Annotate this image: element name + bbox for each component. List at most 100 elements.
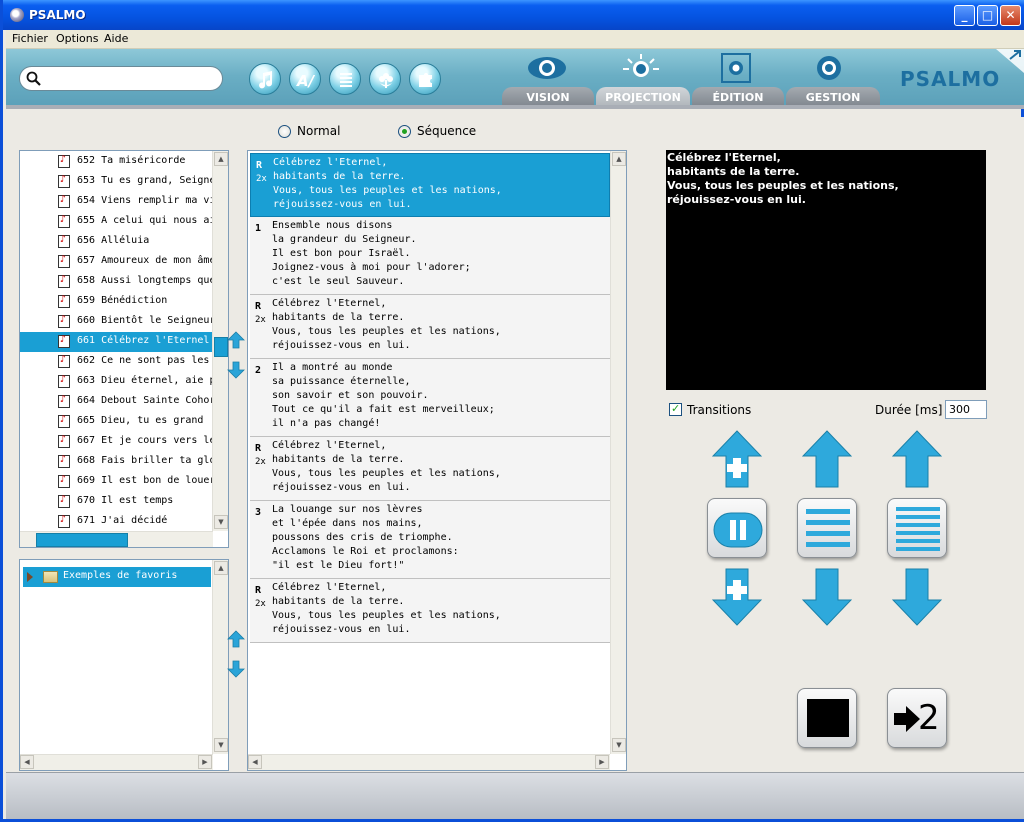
list-item[interactable]: 656 Alléluia — [20, 232, 213, 252]
move-down-arrow-icon[interactable] — [227, 361, 245, 379]
song-title: 653 Tu es grand, Seigneur — [77, 175, 213, 186]
song-list-vscroll[interactable]: ▲ ▼ — [212, 151, 228, 531]
fav-scroll-down-icon[interactable]: ▼ — [214, 738, 228, 752]
list-item[interactable]: 662 Ce ne sont pas les m — [20, 352, 213, 372]
favorites-hscroll[interactable]: ◀ ▶ — [20, 754, 213, 770]
fav-move-up-arrow-icon[interactable] — [227, 630, 245, 648]
list-item[interactable]: 658 Aussi longtemps que — [20, 272, 213, 292]
search-input[interactable] — [46, 71, 216, 87]
next-song-add-arrow-icon[interactable] — [712, 568, 762, 626]
pause-icon — [713, 512, 763, 548]
second-screen-button[interactable]: 2 — [887, 688, 947, 748]
preview-line: réjouissez-vous en lui. — [667, 193, 806, 206]
song-list-hscroll[interactable] — [20, 531, 213, 547]
previous-line-arrow-icon[interactable] — [892, 430, 942, 488]
previous-song-add-arrow-icon[interactable] — [712, 430, 762, 488]
text-button[interactable]: A/ — [289, 63, 321, 95]
fav-scroll-left-icon[interactable]: ◀ — [20, 755, 34, 769]
seq-scroll-right-icon[interactable]: ▶ — [595, 755, 609, 769]
verse-item[interactable]: R 2x Célébrez l'Eternel, habitants de la t… — [250, 295, 610, 359]
songs-button[interactable] — [249, 63, 281, 95]
scroll-up-icon[interactable]: ▲ — [214, 152, 228, 166]
list-item[interactable]: 663 Dieu éternel, aie piti — [20, 372, 213, 392]
verse-item[interactable]: 1 Ensemble nous disons la grandeur du Sei… — [250, 217, 610, 295]
verse-view-button[interactable] — [797, 498, 857, 558]
close-button[interactable]: ✕ — [1000, 5, 1021, 26]
transitions-checkbox[interactable] — [669, 402, 682, 416]
menu-fichier[interactable]: Fichier — [12, 32, 48, 45]
puzzle-button[interactable] — [409, 63, 441, 95]
expand-corner-icon[interactable] — [996, 49, 1024, 73]
hscroll-thumb[interactable] — [36, 533, 128, 547]
list-item[interactable]: 657 Amoureux de mon âme — [20, 252, 213, 272]
list-item[interactable]: 659 Bénédiction — [20, 292, 213, 312]
list-item[interactable]: 653 Tu es grand, Seigneur — [20, 172, 213, 192]
verse-text: La louange sur nos lèvres et l'épée dans… — [272, 504, 459, 571]
verse-item[interactable]: R 2x Célébrez l'Eternel, habitants de la t… — [250, 579, 610, 643]
song-file-icon — [58, 254, 70, 268]
toolbar: A/ VISION PROJECTION ÉDITION GESTION PSA… — [6, 49, 1024, 109]
seq-scroll-down-icon[interactable]: ▼ — [612, 738, 626, 752]
verse-item[interactable]: R 2x Célébrez l'Eternel, habitants de la t… — [250, 153, 610, 217]
black-screen-button[interactable] — [797, 688, 857, 748]
list-item[interactable]: 671 J'ai décidé — [20, 512, 213, 532]
tab-projection[interactable]: PROJECTION — [596, 87, 690, 108]
edit-icon — [721, 53, 751, 83]
text-format-icon: A/ — [296, 72, 316, 90]
minimize-button[interactable]: _ — [954, 5, 975, 26]
duration-input[interactable]: 300 — [945, 400, 987, 419]
seq-scroll-up-icon[interactable]: ▲ — [612, 152, 626, 166]
seq-scroll-left-icon[interactable]: ◀ — [248, 755, 262, 769]
flower-button[interactable] — [369, 63, 401, 95]
verse-item[interactable]: 3 La louange sur nos lèvres et l'épée dan… — [250, 501, 610, 579]
song-file-icon — [58, 354, 70, 368]
list-item[interactable]: 667 Et je cours vers le b — [20, 432, 213, 452]
song-file-icon — [58, 514, 70, 528]
fav-scroll-right-icon[interactable]: ▶ — [198, 755, 212, 769]
expand-arrow-icon[interactable] — [27, 572, 33, 582]
list-item[interactable]: 652 Ta miséricorde — [20, 152, 213, 172]
sequence-hscroll[interactable]: ◀ ▶ — [248, 754, 610, 770]
flower-icon — [379, 73, 393, 88]
maximize-button[interactable]: □ — [977, 5, 998, 26]
list-item[interactable]: 669 Il est bon de louer le — [20, 472, 213, 492]
tab-gestion[interactable]: GESTION — [786, 87, 880, 108]
scroll-down-icon[interactable]: ▼ — [214, 515, 228, 529]
list-item[interactable]: 661 Célébrez l'Eternel — [20, 332, 213, 352]
list-item[interactable]: 665 Dieu, tu es grand — [20, 412, 213, 432]
favorites-vscroll[interactable]: ▲ ▼ — [212, 560, 228, 754]
pause-button[interactable] — [707, 498, 767, 558]
line-view-button[interactable] — [887, 498, 947, 558]
fav-scroll-up-icon[interactable]: ▲ — [214, 561, 228, 575]
favorites-folder-row[interactable]: Exemples de favoris — [23, 567, 211, 587]
next-line-arrow-icon[interactable] — [892, 568, 942, 626]
next-verse-arrow-icon[interactable] — [802, 568, 852, 626]
app-window: PSALMO _ □ ✕ Fichier Options Aide A/ VIS… — [0, 0, 1024, 822]
move-up-arrow-icon[interactable] — [227, 331, 245, 349]
sequence-vscroll[interactable]: ▲ ▼ — [610, 151, 626, 754]
song-file-icon — [58, 454, 70, 468]
tab-vision[interactable]: VISION — [502, 87, 594, 108]
previous-verse-arrow-icon[interactable] — [802, 430, 852, 488]
black-screen-icon — [807, 699, 849, 737]
scroll-thumb[interactable] — [214, 337, 228, 357]
verse-item[interactable]: R 2x Célébrez l'Eternel, habitants de la t… — [250, 437, 610, 501]
list-item[interactable]: 660 Bientôt le Seigneur a — [20, 312, 213, 332]
list-item[interactable]: 670 Il est temps — [20, 492, 213, 512]
tab-edition[interactable]: ÉDITION — [692, 87, 784, 108]
verse-item[interactable]: 2 Il a montré au monde sa puissance étern… — [250, 359, 610, 437]
menu-options[interactable]: Options — [56, 32, 98, 45]
list-item[interactable]: 655 A celui qui nous aime — [20, 212, 213, 232]
song-file-icon — [58, 494, 70, 508]
fav-move-down-arrow-icon[interactable] — [227, 660, 245, 678]
verse-mark: 2 — [255, 365, 262, 376]
list-item[interactable]: 668 Fais briller ta gloire — [20, 452, 213, 472]
verse-text: Célébrez l'Eternel, habitants de la terr… — [272, 298, 501, 351]
song-title: 665 Dieu, tu es grand — [77, 415, 204, 426]
list-item[interactable]: 664 Debout Sainte Cohor — [20, 392, 213, 412]
verse-repeat: 2x — [256, 174, 267, 184]
menu-aide[interactable]: Aide — [104, 32, 128, 45]
list-item[interactable]: 654 Viens remplir ma vie — [20, 192, 213, 212]
list-button[interactable] — [329, 63, 361, 95]
verse-repeat: 2x — [255, 315, 266, 325]
